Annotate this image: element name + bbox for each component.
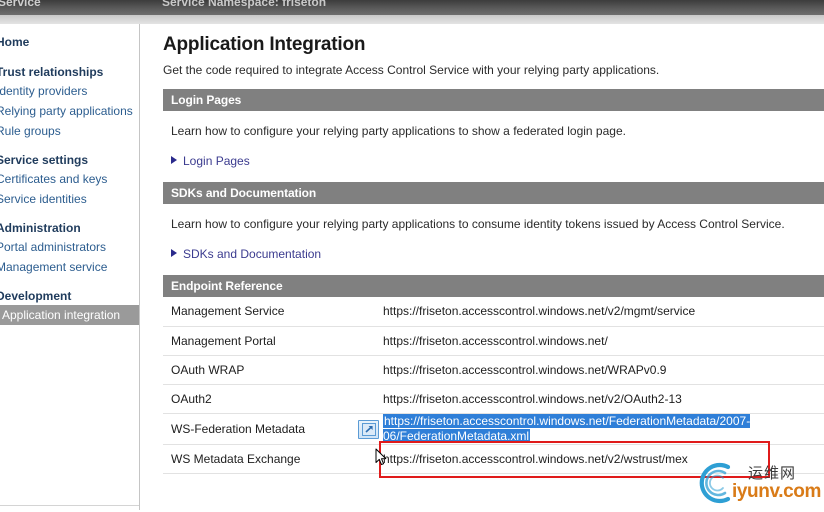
header-namespace-label: Service Namespace: friseton [162, 0, 326, 9]
endpoint-url-selected[interactable]: https://friseton.accesscontrol.windows.n… [381, 413, 824, 444]
sidebar-item-certificates-and-keys[interactable]: Certificates and keys [0, 169, 139, 189]
endpoint-url[interactable]: https://friseton.accesscontrol.windows.n… [381, 384, 824, 413]
sidebar-heading-administration: Administration [0, 218, 139, 237]
endpoint-name: WS-Federation Metadata [163, 413, 381, 444]
triangle-right-icon [171, 156, 177, 164]
sidebar-group-trust-relationships: Trust relationships Identity providers R… [0, 62, 139, 141]
endpoint-name: Management Portal [163, 326, 381, 355]
table-row: OAuth2 https://friseton.accesscontrol.wi… [163, 384, 824, 413]
sidebar-divider [0, 505, 139, 506]
header-sub-band [0, 15, 824, 24]
section-description-login-pages: Learn how to configure your relying part… [171, 124, 816, 138]
endpoint-reference-table: Management Service https://friseton.acce… [163, 297, 824, 474]
sidebar-item-application-integration[interactable]: Application integration [0, 305, 139, 325]
open-in-new-window-icon[interactable] [358, 420, 379, 439]
sidebar-heading-service-settings: Service settings [0, 150, 139, 169]
watermark-text-en: iyunv.com [732, 481, 821, 503]
selected-url-highlight: https://friseton.accesscontrol.windows.n… [383, 414, 750, 443]
table-row: WS-Federation Metadata https://friseton.… [163, 413, 824, 444]
endpoint-name: OAuth WRAP [163, 355, 381, 384]
triangle-right-icon [171, 249, 177, 257]
sidebar-spacer [0, 277, 139, 286]
page-subtitle: Get the code required to integrate Acces… [163, 63, 816, 77]
sidebar-group-service-settings: Service settings Certificates and keys S… [0, 150, 139, 209]
header-service-label: Service [0, 0, 41, 9]
sidebar-spacer [0, 141, 139, 150]
sidebar-heading-development: Development [0, 286, 139, 305]
sidebar-item-service-identities[interactable]: Service identities [0, 189, 139, 209]
sidebar-item-management-service[interactable]: Management service [0, 257, 139, 277]
watermark-text-cn: 运维网 [748, 462, 796, 483]
link-sdks-and-documentation[interactable]: SDKs and Documentation [171, 247, 321, 261]
link-login-pages[interactable]: Login Pages [171, 154, 250, 168]
section-header-sdks-and-documentation: SDKs and Documentation [163, 182, 824, 204]
sidebar-item-identity-providers[interactable]: Identity providers [0, 81, 139, 101]
sidebar-spacer [0, 209, 139, 218]
application-integration-screen: Service Service Namespace: friseton Home… [0, 0, 824, 512]
section-header-endpoint-reference: Endpoint Reference [163, 275, 824, 297]
page-title: Application Integration [163, 34, 816, 56]
endpoint-name: WS Metadata Exchange [163, 444, 381, 473]
sidebar-item-portal-administrators[interactable]: Portal administrators [0, 237, 139, 257]
left-navigation-sidebar: Home Trust relationships Identity provid… [0, 24, 140, 512]
selected-url-text[interactable]: https://friseton.accesscontrol.windows.n… [383, 414, 753, 444]
mouse-cursor-icon [375, 448, 388, 467]
sidebar-item-rule-groups[interactable]: Rule groups [0, 121, 139, 141]
endpoint-url[interactable]: https://friseton.accesscontrol.windows.n… [381, 297, 824, 326]
sidebar-item-home[interactable]: Home [0, 32, 139, 52]
sidebar-group-development: Development Application integration [0, 286, 139, 325]
sidebar-heading-trust-relationships: Trust relationships [0, 62, 139, 81]
main-content-panel: Application Integration Get the code req… [141, 24, 824, 512]
link-sdks-and-documentation-label: SDKs and Documentation [183, 247, 321, 261]
endpoint-name: Management Service [163, 297, 381, 326]
table-row: OAuth WRAP https://friseton.accesscontro… [163, 355, 824, 384]
endpoint-url[interactable]: https://friseton.accesscontrol.windows.n… [381, 326, 824, 355]
endpoint-name: OAuth2 [163, 384, 381, 413]
window-header-bar: Service Service Namespace: friseton [0, 0, 824, 15]
section-header-login-pages: Login Pages [163, 89, 824, 111]
sidebar-group-administration: Administration Portal administrators Man… [0, 218, 139, 277]
section-body-login-pages: Learn how to configure your relying part… [163, 111, 816, 182]
endpoint-url[interactable]: https://friseton.accesscontrol.windows.n… [381, 355, 824, 384]
table-row: Management Service https://friseton.acce… [163, 297, 824, 326]
link-login-pages-label: Login Pages [183, 154, 250, 168]
table-row: Management Portal https://friseton.acces… [163, 326, 824, 355]
watermark: 运维网 iyunv.com [688, 458, 820, 510]
sidebar-item-relying-party-applications[interactable]: Relying party applications [0, 101, 139, 121]
section-description-sdks-and-documentation: Learn how to configure your relying part… [171, 217, 816, 231]
popout-arrow-glyph [362, 423, 377, 437]
section-body-sdks-and-documentation: Learn how to configure your relying part… [163, 204, 816, 275]
